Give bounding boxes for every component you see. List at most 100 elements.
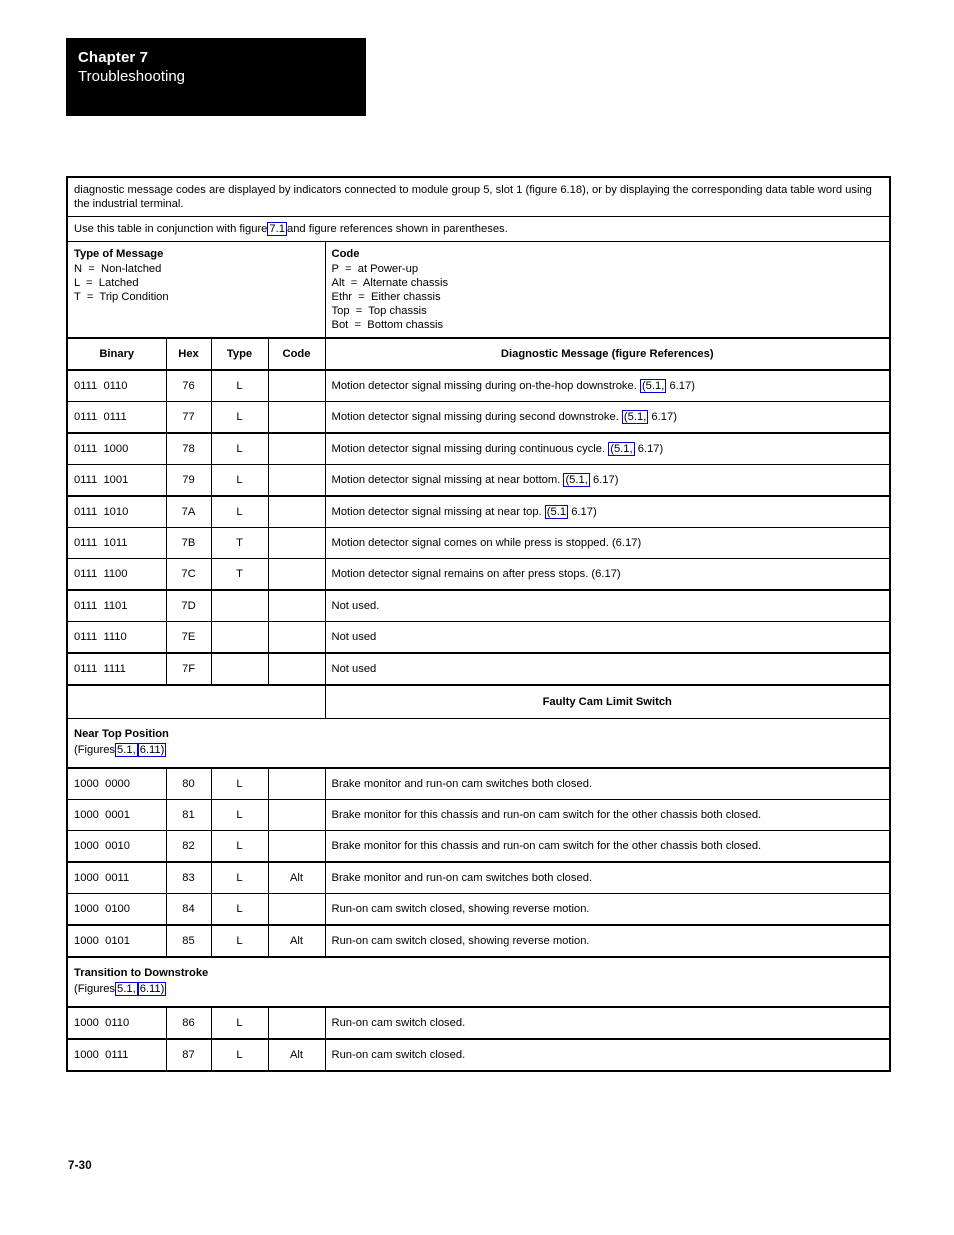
figure-link[interactable]: (5.1, <box>621 410 649 424</box>
column-header-binary: Binary <box>66 337 167 371</box>
legend-code-line-4: Bot = Bottom chassis <box>331 319 444 331</box>
table-row: 1000 0000 80 L Brake monitor and run-on … <box>66 767 891 800</box>
cell-hex: 7A <box>165 495 212 528</box>
table-row: 1000 0101 85 L Alt Run-on cam switch clo… <box>66 924 891 958</box>
message-text-after: 6.17) <box>571 506 597 518</box>
cell-code <box>267 1006 326 1040</box>
table-row: 0111 1100 7C T Motion detector signal re… <box>66 558 891 591</box>
cell-code <box>267 767 326 800</box>
cell-type: T <box>210 527 269 559</box>
group-header-transition-to-downstroke: Transition to Downstroke (Figures 5.1, 6.1… <box>66 956 891 1008</box>
message-text-after: 6.17) <box>592 474 619 486</box>
table-row: 1000 0001 81 L Brake monitor for this ch… <box>66 799 891 831</box>
cell-type: L <box>210 924 269 958</box>
cell-message: Run-on cam switch closed. <box>324 1006 891 1040</box>
table-row: 1000 0011 83 L Alt Brake monitor and run… <box>66 861 891 894</box>
cell-type: L <box>210 830 269 863</box>
cell-hex: 85 <box>165 924 212 958</box>
cell-message: Motion detector signal missing at near b… <box>324 464 891 497</box>
table-row: 0111 1111 7F Not used <box>66 652 891 686</box>
message-text-after: 6.17) <box>637 443 664 455</box>
message-text-after: 6.17) <box>669 380 695 392</box>
cell-code <box>267 401 326 434</box>
cell-code <box>267 799 326 831</box>
cell-message: Run-on cam switch closed, showing revers… <box>324 893 891 926</box>
legend-type-line-2: T = Trip Condition <box>74 291 169 303</box>
cell-type: T <box>210 558 269 591</box>
cell-type: L <box>210 369 269 402</box>
cell-type: L <box>210 464 269 497</box>
cell-binary: 0111 1001 <box>66 464 167 497</box>
cell-type: L <box>210 893 269 926</box>
cell-hex: 77 <box>165 401 212 434</box>
cell-message: Motion detector signal comes on while pr… <box>324 527 891 559</box>
figure-link-6-11[interactable]: 6.11) <box>137 743 167 757</box>
cell-message: Not used. <box>324 589 891 622</box>
figure-link-7-1[interactable]: 7.1 <box>267 222 287 236</box>
cell-type: L <box>210 1006 269 1040</box>
cell-code: Alt <box>267 861 326 894</box>
legend-type-line-0: N = Non-latched <box>74 263 162 275</box>
cell-message: Run-on cam switch closed. <box>324 1038 891 1072</box>
chapter-banner: Chapter 7 Troubleshooting <box>66 38 366 116</box>
legend-type-line-1: L = Latched <box>74 277 139 289</box>
table-row: 1000 0111 87 L Alt Run-on cam switch clo… <box>66 1038 891 1072</box>
table-row: 1000 0010 82 L Brake monitor for this ch… <box>66 830 891 863</box>
group-sub-before: (Figures <box>74 744 116 756</box>
cell-code <box>267 589 326 622</box>
cell-message: Motion detector signal remains on after … <box>324 558 891 591</box>
figure-link-5-1[interactable]: 5.1, <box>115 982 138 996</box>
column-header-hex: Hex <box>165 337 212 371</box>
legend-type-of-message: Type of Message N = Non-latched L = Latc… <box>66 241 326 339</box>
legend-code-line-3: Top = Top chassis <box>331 305 427 317</box>
cell-binary: 0111 1110 <box>66 621 167 654</box>
intro-paragraph-2: Use this table in conjunction with figur… <box>66 216 891 242</box>
intro-row-1: diagnostic message codes are displayed b… <box>66 176 891 217</box>
message-text: Motion detector signal missing at near b… <box>331 474 561 486</box>
cell-binary: 1000 0011 <box>66 861 167 894</box>
cell-hex: 87 <box>165 1038 212 1072</box>
cell-type: L <box>210 861 269 894</box>
cell-hex: 76 <box>165 369 212 402</box>
cell-hex: 7C <box>165 558 212 591</box>
cell-message: Motion detector signal missing during co… <box>324 432 891 465</box>
cell-type <box>210 621 269 654</box>
chapter-number: Chapter 7 <box>78 49 149 66</box>
cell-hex: 7E <box>165 621 212 654</box>
figure-link-5-1[interactable]: 5.1, <box>115 743 138 757</box>
page-number: 7-30 <box>68 1160 92 1172</box>
cell-message: Motion detector signal missing during se… <box>324 401 891 434</box>
intro-text-before: Use this table in conjunction with figur… <box>74 223 268 235</box>
cell-type: L <box>210 432 269 465</box>
figure-link-6-11[interactable]: 6.11) <box>137 982 167 996</box>
group-title: Near Top Position <box>74 728 169 740</box>
legend-code-title: Code <box>331 248 360 260</box>
table-body: diagnostic message codes are displayed b… <box>66 176 891 1072</box>
group-header-cell: Near Top Position (Figures 5.1, 6.11) <box>66 718 891 769</box>
figure-link[interactable]: (5.1 <box>544 505 569 519</box>
cell-hex: 82 <box>165 830 212 863</box>
cell-type: L <box>210 401 269 434</box>
message-text: Motion detector signal missing at near t… <box>331 506 542 518</box>
cell-hex: 83 <box>165 861 212 894</box>
cell-type: L <box>210 495 269 528</box>
figure-link[interactable]: (5.1, <box>563 473 590 487</box>
message-text: Motion detector signal missing during co… <box>331 443 606 455</box>
cell-hex: 81 <box>165 799 212 831</box>
group-header-cell: Transition to Downstroke (Figures 5.1, 6.1… <box>66 956 891 1008</box>
cell-code <box>267 527 326 559</box>
table-row: 0111 1101 7D Not used. <box>66 589 891 622</box>
cell-binary: 1000 0010 <box>66 830 167 863</box>
figure-link[interactable]: (5.1, <box>639 379 667 393</box>
section-banner-row: Faulty Cam Limit Switch <box>66 684 891 719</box>
chapter-title: Troubleshooting <box>78 68 186 85</box>
column-header-message: Diagnostic Message (figure References) <box>324 337 891 371</box>
cell-binary: 0111 0111 <box>66 401 167 434</box>
intro-row-2: Use this table in conjunction with figur… <box>66 216 891 242</box>
table-row: 0111 1011 7B T Motion detector signal co… <box>66 527 891 559</box>
figure-link[interactable]: (5.1, <box>608 442 635 456</box>
group-subtitle: (Figures 5.1, 6.11) <box>74 981 883 997</box>
cell-message: Motion detector signal missing at near t… <box>324 495 891 528</box>
cell-code <box>267 369 326 402</box>
group-sub-before: (Figures <box>74 983 116 995</box>
